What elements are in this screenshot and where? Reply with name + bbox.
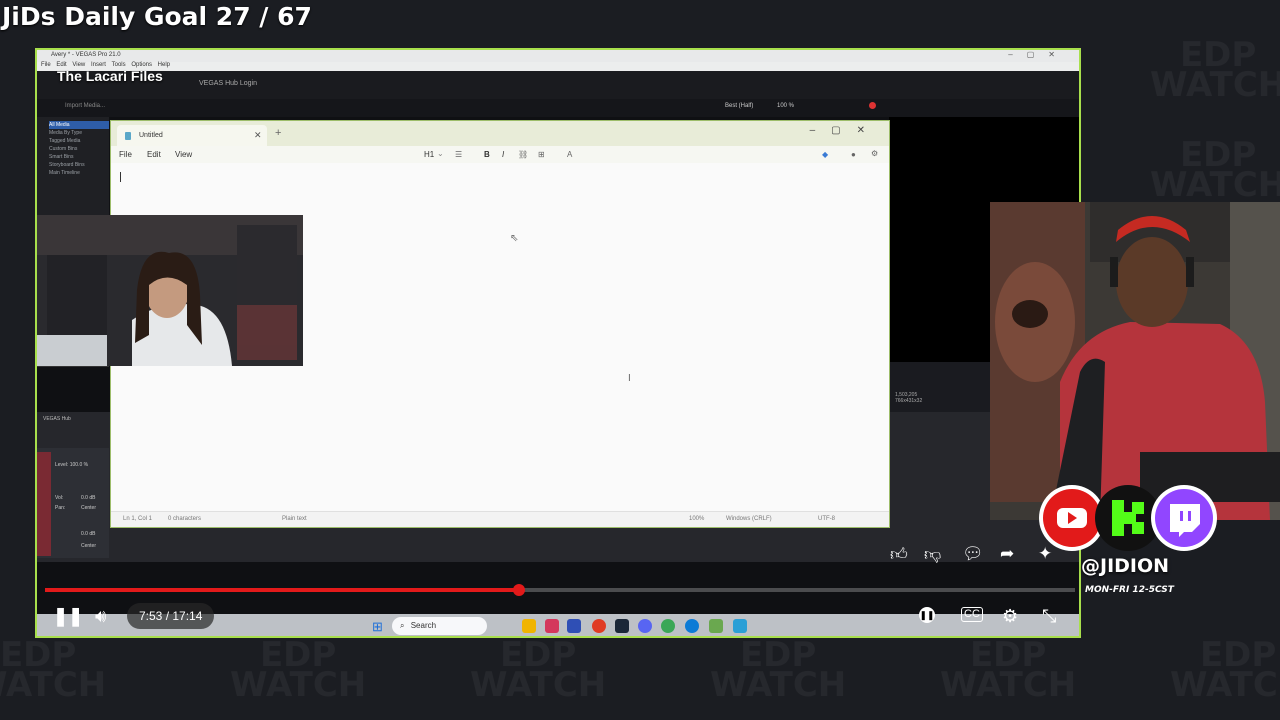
streamer-webcam <box>990 202 1280 520</box>
vegas-secondary-toolbar: Import Media... Best (Half) 100 % <box>37 99 1079 117</box>
social-badges <box>1038 484 1228 564</box>
daily-goal-label: JiDs Daily Goal 27 / 67 <box>2 2 312 31</box>
watermark-logo: EDPWATCH <box>0 635 107 705</box>
status-encoding: UTF-8 <box>818 516 835 522</box>
watermark-logo: EDPWATCH <box>1150 35 1280 105</box>
text-cursor-icon: I <box>628 373 631 384</box>
notepad-menu-view[interactable]: View <box>175 150 192 159</box>
tree-item-custom-bins[interactable]: Custom Bins <box>49 145 109 153</box>
player-controls: ❚❚ 🔊︎ 7:53 / 17:14 ❚❚ CC ⚙ ⤡ <box>37 597 1079 636</box>
time-display: 7:53 / 17:14 <box>139 609 203 623</box>
vegas-menubar: File Edit View Insert Tools Options Help <box>37 62 1079 71</box>
record-icon[interactable] <box>869 102 876 109</box>
list-icon[interactable]: ☰ <box>455 150 462 159</box>
vol2-value: 0.0 dB <box>81 531 96 537</box>
notepad-window-controls[interactable]: –▢✕ <box>810 125 881 136</box>
vegas-window-title: Avery * - VEGAS Pro 21.0 <box>51 52 121 58</box>
track-color-strip <box>37 452 51 556</box>
playback-time: 7:53 / 17:14 <box>127 603 215 629</box>
tree-item-tagged-media[interactable]: Tagged Media <box>49 137 109 145</box>
watermark-logo: EDPWATCH <box>1170 635 1280 705</box>
vol-label: Vol: <box>55 495 64 501</box>
link-icon[interactable]: ⛓ <box>518 150 528 159</box>
twitch-icon <box>1151 485 1217 551</box>
status-line-ending: Windows (CRLF) <box>726 516 772 522</box>
frame-size: 766x431x32 <box>895 398 923 404</box>
preview-quality-select[interactable]: Best (Half) <box>725 103 753 109</box>
like-icon[interactable]: 👍︎ <box>890 544 908 565</box>
mouse-pointer-icon: ⇖ <box>510 233 519 244</box>
embedded-webcam <box>37 215 303 366</box>
bold-icon[interactable]: B <box>484 150 490 159</box>
new-tab-button[interactable]: + <box>275 127 281 139</box>
import-media-button[interactable]: Import Media... <box>65 103 105 109</box>
window-controls[interactable]: –▢✕ <box>1008 50 1069 59</box>
close-tab-icon[interactable]: ✕ <box>254 125 262 146</box>
share-icon[interactable]: ➦ <box>1000 544 1014 564</box>
notepad-tab-title: Untitled <box>139 132 163 139</box>
heading-select[interactable]: H1 <box>424 150 434 159</box>
notepad-menubar: File Edit View H1 ⌄ ☰ B I ⛓ ⊞ A ◆ ● ⚙ <box>111 146 889 163</box>
divider <box>37 366 109 367</box>
tree-item-main-timeline[interactable]: Main Timeline <box>49 169 109 177</box>
settings-icon[interactable]: ⚙ <box>1002 605 1018 627</box>
pan2-value: Center <box>81 543 97 549</box>
webcam-feed-image <box>37 215 303 366</box>
hub-login-link[interactable]: VEGAS Hub Login <box>199 80 257 87</box>
tree-item-all-media[interactable]: All Media <box>49 121 109 129</box>
status-char-count: 0 characters <box>168 516 202 522</box>
pause-icon[interactable]: ❚❚ <box>53 605 83 627</box>
captions-icon[interactable]: CC <box>961 607 983 622</box>
notepad-menu-file[interactable]: File <box>119 150 132 159</box>
chevron-down-icon[interactable]: ⌄ <box>437 149 444 158</box>
status-position: Ln 1, Col 1 <box>123 516 153 522</box>
status-zoom: 100% <box>689 516 705 522</box>
autoplay-toggle[interactable]: ❚❚ <box>919 607 935 623</box>
screen-overlay-title: The Lacari Files <box>57 68 163 84</box>
video-progress-fill <box>45 588 519 592</box>
video-actions: 👍︎ 👎︎ 💬︎ ➦ ✦ <box>886 544 1062 568</box>
pan-label: Pan: <box>55 505 66 511</box>
comment-icon[interactable]: 💬︎ <box>962 544 984 564</box>
vegas-titlebar: Avery * - VEGAS Pro 21.0 –▢✕ <box>37 50 1079 62</box>
dislike-icon[interactable]: 👎︎ <box>924 544 941 565</box>
watermark-logo: EDPWATCH <box>1150 135 1280 205</box>
exit-fullscreen-icon[interactable]: ⤡ <box>1042 605 1056 627</box>
notepad-statusbar: Ln 1, Col 1 0 characters Plain text 100%… <box>111 511 889 527</box>
status-format: Plain text <box>282 516 307 522</box>
preview-zoom[interactable]: 100 % <box>777 103 794 109</box>
vegas-toolbar: VEGAS Hub Login <box>37 71 1079 99</box>
settings-gear-icon[interactable]: ⚙ <box>871 149 878 158</box>
vegas-menu-file[interactable]: File <box>41 62 51 68</box>
track-level: Level: 100.0 % <box>55 462 89 468</box>
clear-format-icon[interactable]: A <box>567 150 572 159</box>
watermark-logo: EDPWATCH <box>940 635 1077 705</box>
tree-item-media-by-type[interactable]: Media By Type <box>49 129 109 137</box>
notepad-menu-edit[interactable]: Edit <box>147 150 161 159</box>
tree-item-smart-bins[interactable]: Smart Bins <box>49 153 109 161</box>
notepad-tabbar: Untitled ✕ + –▢✕ <box>111 121 889 146</box>
vol-value: 0.0 dB <box>81 495 96 501</box>
watermark-logo: EDPWATCH <box>470 635 607 705</box>
tree-item-storyboard-bins[interactable]: Storyboard Bins <box>49 161 109 169</box>
notepad-app-icon <box>125 132 131 140</box>
table-icon[interactable]: ⊞ <box>538 150 545 159</box>
streamer-feed-image <box>990 202 1280 520</box>
watermark-logo: EDPWATCH <box>710 635 847 705</box>
copilot-icon[interactable]: ◆ <box>822 150 828 159</box>
streamer-handle: @JIDION <box>1081 555 1170 577</box>
vegas-hub-tab[interactable]: VEGAS Hub <box>43 416 71 422</box>
watermark-logo: EDPWATCH <box>230 635 367 705</box>
scrubber-handle[interactable] <box>512 584 525 596</box>
video-progress-bar[interactable] <box>45 588 1075 592</box>
stream-schedule: MON-FRI 12-5CST <box>1085 585 1174 595</box>
account-icon[interactable]: ● <box>851 150 856 159</box>
notepad-tab[interactable]: Untitled ✕ <box>117 125 267 146</box>
italic-icon[interactable]: I <box>502 150 504 159</box>
pan-value: Center <box>81 505 97 511</box>
volume-icon[interactable]: 🔊︎ <box>95 605 106 627</box>
text-caret <box>120 172 121 182</box>
